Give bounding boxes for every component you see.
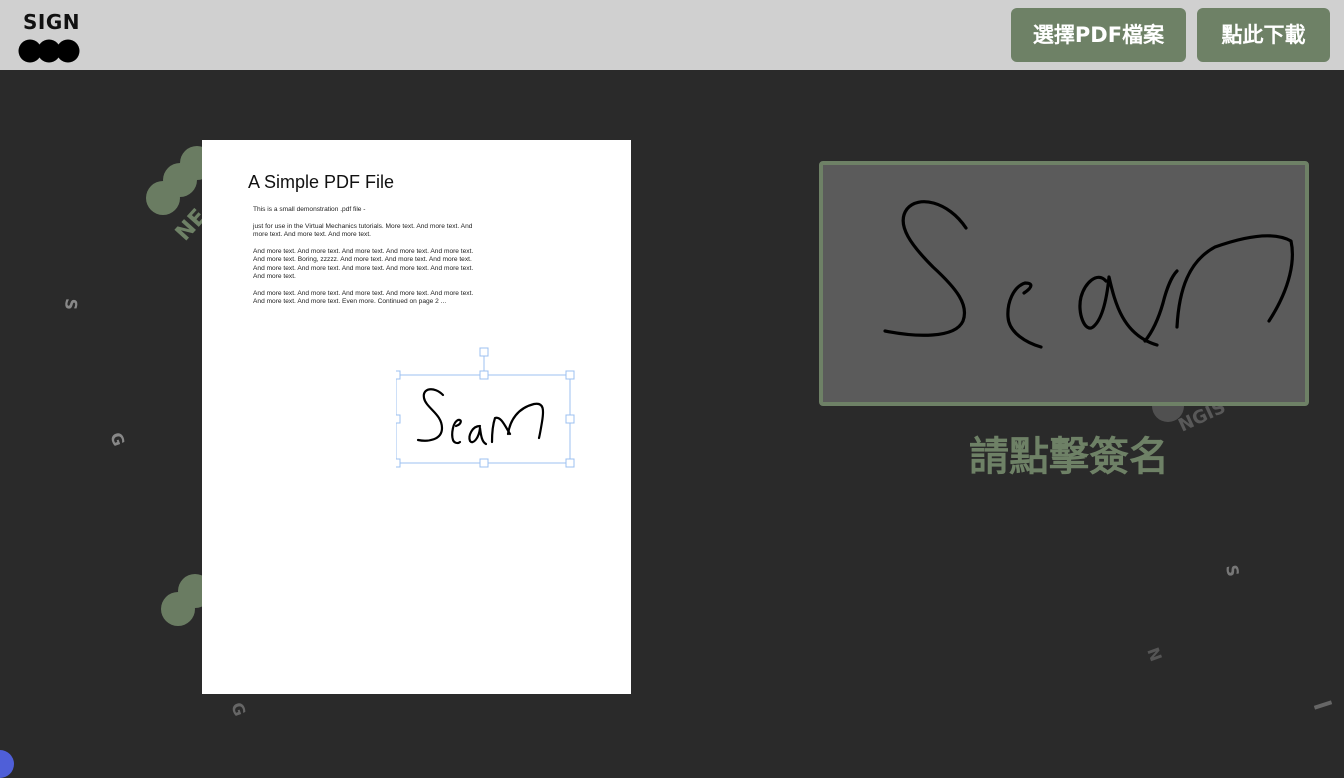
pdf-paragraph: And more text. And more text. And more t… [253, 248, 474, 281]
resize-handle [396, 458, 401, 468]
pdf-page[interactable]: A Simple PDF File This is a small demons… [202, 140, 631, 694]
top-bar: SIGN 選擇PDF檔案 點此下載 [0, 0, 1344, 70]
signature-pad[interactable] [819, 161, 1309, 406]
watermark-letter: S [61, 298, 81, 311]
placed-signature[interactable] [396, 346, 576, 468]
resize-handle [396, 370, 401, 380]
resize-handle [479, 370, 489, 380]
resize-handle [479, 458, 489, 468]
watermark-letter: G [106, 430, 128, 449]
app-logo[interactable]: SIGN [18, 10, 82, 64]
pdf-paragraph: This is a small demonstration .pdf file … [253, 206, 366, 213]
pdf-paragraph: And more text. And more text. And more t… [253, 290, 474, 306]
resize-handle [396, 414, 401, 424]
resize-handle [565, 458, 575, 468]
pdf-title: A Simple PDF File [248, 172, 395, 192]
logo-text: SIGN [23, 10, 80, 34]
pdf-paragraph: just for use in the Virtual Mechanics tu… [253, 223, 473, 239]
three-dots-logo-icon [18, 39, 80, 63]
signature-hint: 請點擊簽名 [969, 434, 1169, 480]
watermark-letter: S [1222, 563, 1243, 578]
watermark-letter: G [227, 700, 249, 719]
resize-handle [565, 414, 575, 424]
resize-handle [565, 370, 575, 380]
download-button[interactable]: 點此下載 [1197, 8, 1330, 62]
watermark-letter: N [1143, 645, 1165, 664]
select-pdf-button[interactable]: 選擇PDF檔案 [1011, 8, 1186, 62]
selection-box [396, 374, 571, 464]
signature-drawing [883, 200, 1294, 349]
rotate-handle [479, 347, 489, 357]
